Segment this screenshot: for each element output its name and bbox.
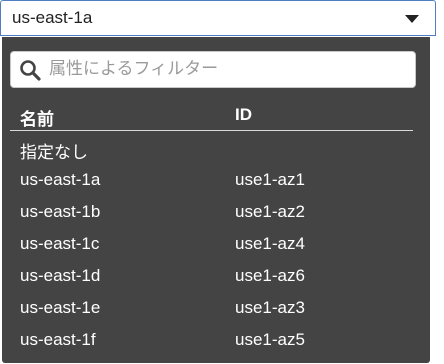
dropdown-panel: 名前 ID 指定なし us-east-1a use1-az1 us-east-1… — [2, 37, 430, 363]
option-id: use1-az1 — [235, 170, 305, 189]
availability-zone-select[interactable]: us-east-1a — [0, 0, 436, 36]
filter-input[interactable] — [49, 55, 409, 83]
option-id: use1-az6 — [235, 266, 305, 285]
select-value: us-east-1a — [12, 8, 93, 27]
option-id: use1-az3 — [235, 298, 305, 317]
option-name: us-east-1b — [20, 202, 101, 221]
option-row[interactable]: us-east-1f use1-az5 — [2, 326, 430, 358]
option-id: use1-az5 — [235, 330, 305, 349]
option-name: 指定なし — [20, 143, 88, 162]
option-row[interactable]: us-east-1d use1-az6 — [2, 262, 430, 294]
option-name: us-east-1e — [20, 298, 101, 317]
option-row[interactable]: us-east-1c use1-az4 — [2, 230, 430, 262]
option-name: us-east-1a — [20, 170, 101, 189]
option-id: use1-az4 — [235, 234, 305, 253]
search-icon — [20, 60, 41, 81]
column-header-row: 名前 ID — [2, 100, 430, 130]
option-row[interactable]: 指定なし — [2, 134, 430, 166]
option-name: us-east-1d — [20, 266, 101, 285]
filter-box[interactable] — [10, 51, 416, 88]
column-header-id: ID — [235, 105, 252, 124]
chevron-down-icon[interactable] — [405, 15, 419, 23]
option-id: use1-az2 — [235, 202, 305, 221]
option-row[interactable]: us-east-1b use1-az2 — [2, 198, 430, 230]
option-name: us-east-1c — [20, 234, 100, 253]
option-name: us-east-1f — [20, 330, 96, 349]
option-row[interactable]: us-east-1e use1-az3 — [2, 294, 430, 326]
header-divider — [10, 130, 413, 131]
option-list: 指定なし us-east-1a use1-az1 us-east-1b use1… — [2, 134, 430, 358]
page: us-east-1a 名前 ID 指定なし us-east-1a use1-az… — [0, 0, 444, 364]
column-header-name: 名前 — [20, 110, 54, 129]
option-row[interactable]: us-east-1a use1-az1 — [2, 166, 430, 198]
